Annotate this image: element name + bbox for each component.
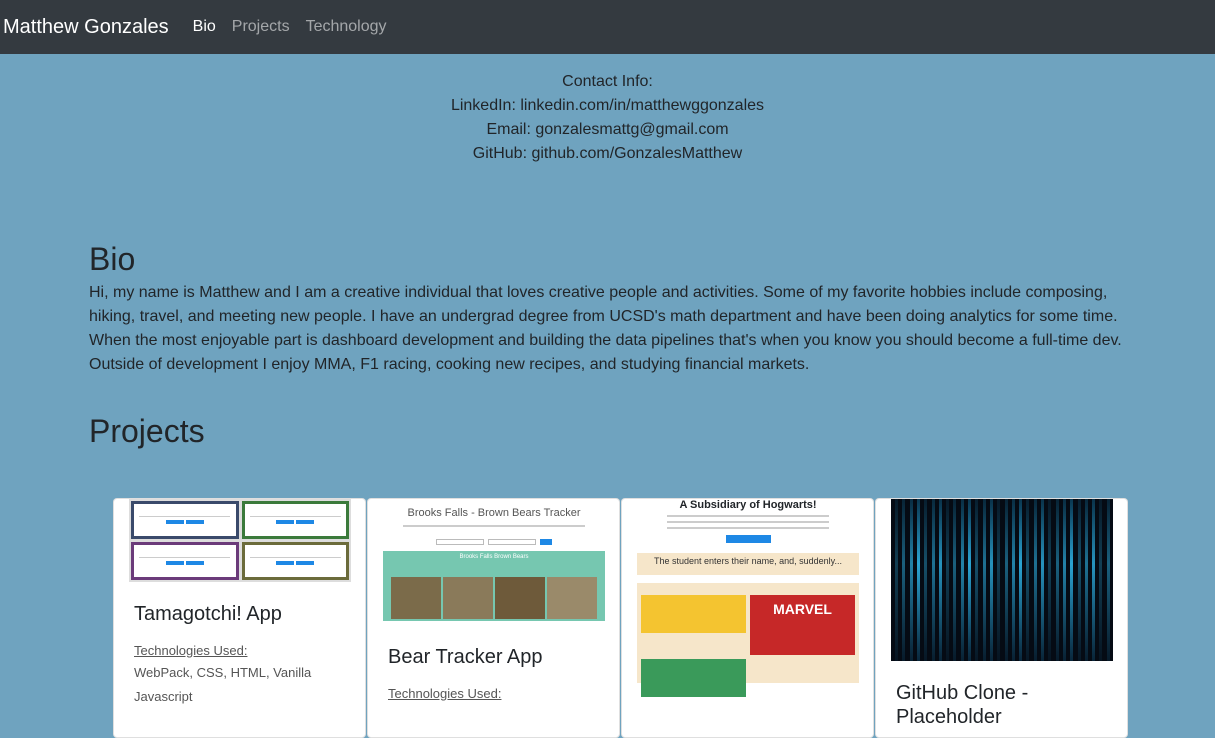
project-card-bear-tracker[interactable]: Brooks Falls - Brown Bears Tracker Brook… (367, 498, 620, 738)
matrix-column (1092, 499, 1096, 661)
matrix-column (916, 499, 920, 661)
matrix-column (931, 499, 935, 661)
hogwarts-thumbnail: A Subsidiary of Hogwarts! The student en… (637, 499, 859, 737)
tech-label: Technologies Used: (388, 686, 502, 701)
matrix-column (1004, 499, 1008, 661)
matrix-column (1077, 499, 1081, 661)
nav-link-projects[interactable]: Projects (232, 18, 290, 36)
tech-list: WebPack, CSS, HTML, Vanilla Javascript (134, 665, 312, 704)
contact-github[interactable]: GitHub: github.com/GonzalesMatthew (0, 142, 1215, 166)
matrix-column (1070, 499, 1074, 661)
thumb-panel (131, 542, 239, 580)
contact-linkedin[interactable]: LinkedIn: linkedin.com/in/matthewggonzal… (0, 94, 1215, 118)
bio-text: Hi, my name is Matthew and I am a creati… (89, 284, 1122, 373)
thumb-panel (241, 501, 349, 539)
matrix-column (1033, 499, 1037, 661)
matrix-column (1106, 499, 1110, 661)
matrix-column (1041, 499, 1044, 661)
contact-email[interactable]: Email: gonzalesmattg@gmail.com (0, 118, 1215, 142)
matrix-column (1055, 499, 1059, 661)
matrix-column (924, 499, 928, 661)
matrix-column (1084, 499, 1088, 661)
bear-tracker-thumbnail: Brooks Falls - Brown Bears Tracker Brook… (383, 499, 605, 625)
thumb-title: Brooks Falls - Brown Bears Tracker (407, 507, 581, 519)
project-cards: Tamagotchi! App Technologies Used: WebPa… (113, 498, 1129, 738)
matrix-column (975, 499, 979, 661)
matrix-column (902, 499, 906, 661)
contact-info: Contact Info: LinkedIn: linkedin.com/in/… (0, 54, 1215, 166)
bio-section: Bio Hi, my name is Matthew and I am a cr… (0, 239, 1215, 451)
matrix-column (989, 499, 993, 661)
projects-heading: Projects (89, 413, 205, 449)
matrix-column (946, 499, 950, 661)
card-title: Bear Tracker App (388, 646, 543, 668)
marvel-logo: MARVEL (750, 595, 855, 655)
matrix-column (1062, 499, 1066, 661)
matrix-column (895, 499, 898, 661)
matrix-column (1026, 499, 1030, 661)
matrix-column (938, 499, 942, 661)
bio-heading: Bio (89, 241, 136, 277)
matrix-column (982, 499, 986, 661)
card-title: Tamagotchi! App (134, 603, 282, 625)
card-title: GitHub Clone - Placeholder (896, 682, 1029, 728)
matrix-column (960, 499, 964, 661)
thumb-title: A Subsidiary of Hogwarts! (679, 499, 817, 511)
matrix-column (1099, 499, 1103, 661)
project-card-tamagotchi[interactable]: Tamagotchi! App Technologies Used: WebPa… (113, 498, 366, 738)
project-card-hogwarts[interactable]: A Subsidiary of Hogwarts! The student en… (621, 498, 874, 738)
project-card-github-clone[interactable]: GitHub Clone - Placeholder (875, 498, 1128, 738)
tamagotchi-thumbnail (129, 499, 351, 582)
thumb-panel (241, 542, 349, 580)
nav-link-bio[interactable]: Bio (193, 18, 216, 36)
matrix-column (1048, 499, 1052, 661)
thumb-subtitle: Brooks Falls Brown Bears (459, 554, 529, 560)
tech-label: Technologies Used: (134, 643, 248, 658)
matrix-column (997, 499, 1001, 661)
thumb-panel (131, 501, 239, 539)
matrix-column (909, 499, 913, 661)
matrix-column (953, 499, 957, 661)
contact-heading: Contact Info: (562, 73, 653, 90)
navbar: Matthew Gonzales Bio Projects Technology (0, 0, 1215, 54)
brand-link[interactable]: Matthew Gonzales (3, 16, 169, 39)
matrix-column (1019, 499, 1023, 661)
matrix-thumbnail (891, 499, 1113, 661)
nav-link-technology[interactable]: Technology (306, 18, 387, 36)
thumb-caption: The student enters their name, and, sudd… (637, 553, 859, 575)
matrix-column (968, 499, 971, 661)
matrix-column (1011, 499, 1015, 661)
